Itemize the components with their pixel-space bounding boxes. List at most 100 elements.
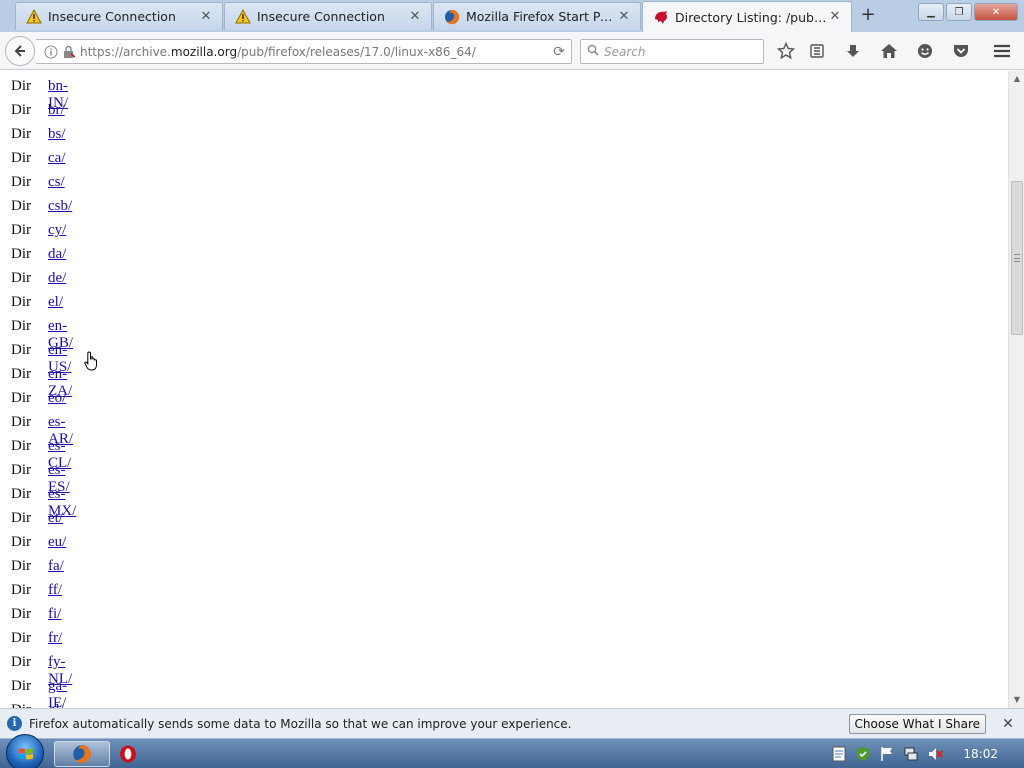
directory-link[interactable]: ff/ [48, 582, 62, 599]
directory-link[interactable]: cs/ [48, 174, 65, 191]
entry-type: Dir [11, 558, 31, 574]
tab-close-icon[interactable]: ✕ [616, 9, 632, 25]
scroll-up-arrow-icon[interactable]: ▲ [1009, 71, 1024, 87]
hamburger-menu-icon[interactable] [990, 40, 1014, 62]
entry-type: Dir [11, 270, 31, 286]
security-shield-icon[interactable] [853, 746, 873, 762]
back-arrow-icon [14, 45, 25, 57]
tab-close-icon[interactable]: ✕ [407, 9, 423, 25]
system-tray: 18:02 [827, 739, 1024, 768]
entry-type: Dir [11, 534, 31, 550]
tab-firefox-start-page[interactable]: Mozilla Firefox Start Page ✕ [433, 2, 641, 30]
directory-link[interactable]: da/ [48, 246, 66, 263]
firefox-icon [73, 745, 91, 763]
entry-type: Dir [11, 318, 31, 334]
entry-type: Dir [11, 510, 31, 526]
directory-link[interactable]: et/ [48, 510, 63, 527]
data-sharing-notification: i Firefox automatically sends some data … [0, 708, 1024, 738]
entry-type: Dir [11, 222, 31, 238]
entry-type: Dir [11, 606, 31, 622]
tab-close-icon[interactable]: ✕ [198, 9, 214, 25]
search-input[interactable]: Search [580, 39, 764, 64]
entry-type: Dir [11, 126, 31, 142]
directory-link[interactable]: csb/ [48, 198, 72, 215]
url-text: https://archive.mozilla.org/pub/firefox/… [80, 44, 476, 59]
close-window-button[interactable]: ✕ [974, 3, 1018, 21]
scrollbar-thumb[interactable] [1011, 181, 1023, 335]
bookmark-star-icon[interactable] [774, 40, 798, 62]
opera-icon [120, 745, 136, 763]
tab-close-icon[interactable]: ✕ [827, 9, 843, 25]
entry-type: Dir [11, 246, 31, 262]
close-notification-icon[interactable]: ✕ [1000, 716, 1016, 732]
tab-directory-listing[interactable]: Directory Listing: /pub/fire... ✕ [642, 1, 852, 32]
info-icon [44, 45, 58, 58]
new-tab-button[interactable]: + [858, 6, 878, 26]
tab-insecure-connection-2[interactable]: Insecure Connection ✕ [224, 2, 432, 30]
taskbar-opera[interactable] [100, 741, 156, 767]
insecure-lock-icon [64, 45, 76, 58]
tab-label: Mozilla Firefox Start Page [466, 9, 616, 24]
action-center-flag-icon[interactable] [877, 746, 897, 762]
entry-type: Dir [11, 342, 31, 358]
entry-type: Dir [11, 174, 31, 190]
directory-link[interactable]: ca/ [48, 150, 65, 167]
directory-link[interactable]: el/ [48, 294, 63, 311]
navigation-toolbar: https://archive.mozilla.org/pub/firefox/… [0, 32, 1024, 70]
tab-label: Insecure Connection [48, 9, 176, 24]
notification-text: Firefox automatically sends some data to… [29, 716, 572, 731]
network-icon[interactable] [901, 746, 921, 762]
taskbar-clock[interactable]: 18:02 [963, 747, 998, 761]
directory-link[interactable]: eu/ [48, 534, 66, 551]
reload-icon[interactable]: ⟳ [547, 44, 571, 60]
warning-icon [26, 8, 42, 25]
entry-type: Dir [11, 438, 31, 454]
home-icon[interactable] [877, 40, 901, 62]
directory-link[interactable]: de/ [48, 270, 66, 287]
entry-type: Dir [11, 198, 31, 214]
choose-what-i-share-button[interactable]: Choose What I Share [848, 713, 986, 734]
windows-taskbar: 18:02 [0, 734, 1024, 768]
directory-link[interactable]: eo/ [48, 390, 66, 407]
minimize-button[interactable]: ▁ [918, 3, 944, 21]
tab-label: Directory Listing: /pub/fire... [675, 9, 827, 25]
grip-icon [1014, 254, 1020, 262]
mozilla-dino-icon [653, 9, 669, 25]
site-identity[interactable] [36, 45, 80, 59]
volume-muted-icon[interactable] [925, 746, 945, 762]
pocket-icon[interactable] [949, 40, 973, 62]
entry-type: Dir [11, 78, 31, 94]
entry-type: Dir [11, 150, 31, 166]
directory-link[interactable]: bs/ [48, 126, 66, 143]
directory-link[interactable]: fr/ [48, 630, 62, 647]
vertical-scrollbar[interactable]: ▲ ▼ [1008, 71, 1024, 708]
entry-type: Dir [11, 414, 31, 430]
entry-type: Dir [11, 678, 31, 694]
search-placeholder: Search [604, 44, 646, 59]
directory-link[interactable]: fi/ [48, 606, 61, 623]
back-button[interactable] [5, 36, 35, 66]
entry-type: Dir [11, 630, 31, 646]
start-button[interactable] [6, 734, 44, 768]
warning-icon [235, 8, 251, 25]
url-bar[interactable]: https://archive.mozilla.org/pub/firefox/… [36, 39, 572, 64]
notes-icon[interactable] [829, 746, 849, 762]
firefox-icon [444, 9, 460, 25]
entry-type: Dir [11, 654, 31, 670]
window-controls: ▁ ❐ ✕ [918, 3, 1018, 21]
directory-link[interactable]: br/ [48, 102, 65, 119]
directory-link[interactable]: cy/ [48, 222, 66, 239]
entry-type: Dir [11, 102, 31, 118]
scroll-down-arrow-icon[interactable]: ▼ [1009, 692, 1024, 708]
maximize-button[interactable]: ❐ [946, 3, 972, 21]
entry-type: Dir [11, 486, 31, 502]
windows-logo-icon [19, 748, 33, 760]
entry-type: Dir [11, 462, 31, 478]
hand-cursor-icon [84, 351, 100, 374]
download-icon[interactable] [841, 40, 865, 62]
info-icon: i [7, 716, 22, 731]
hello-chat-icon[interactable] [913, 40, 937, 62]
tab-insecure-connection-1[interactable]: Insecure Connection ✕ [15, 2, 223, 30]
directory-link[interactable]: fa/ [48, 558, 64, 575]
bookmarks-menu-icon[interactable] [805, 40, 829, 62]
